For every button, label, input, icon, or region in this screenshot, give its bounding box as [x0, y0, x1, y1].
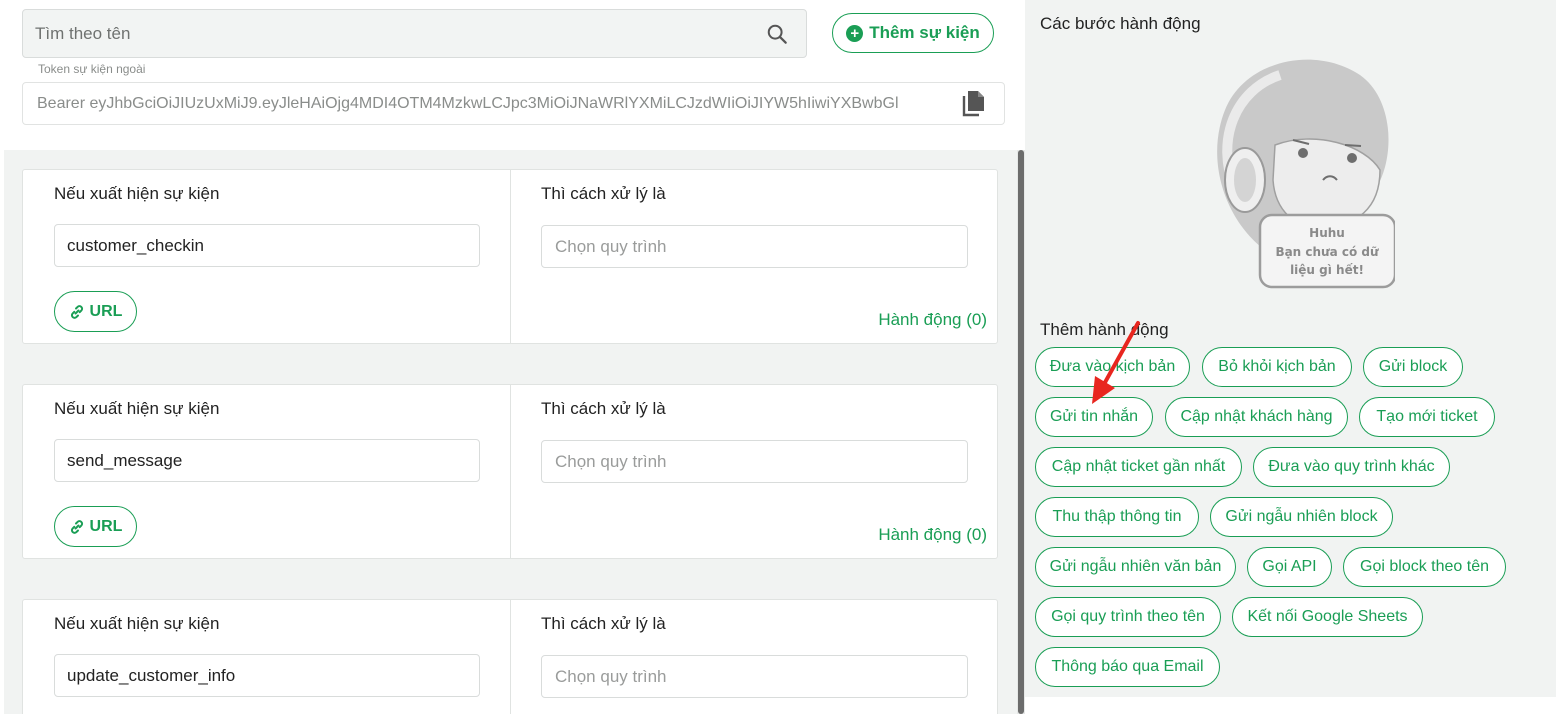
- flow-select[interactable]: Chọn quy trình: [541, 655, 968, 698]
- steps-title: Các bước hành động: [1040, 14, 1201, 33]
- add-event-button-label: Thêm sự kiện: [869, 23, 980, 42]
- event-name-input[interactable]: [54, 224, 480, 267]
- condition-label: Nếu xuất hiện sự kiện: [54, 184, 220, 203]
- add-event-button[interactable]: + Thêm sự kiện: [832, 13, 994, 53]
- action-chip-ket-noi-google-sheets[interactable]: Kết nối Google Sheets: [1232, 597, 1423, 637]
- empty-state-top: Huhu: [1309, 226, 1345, 240]
- token-field[interactable]: Bearer eyJhbGciOiJIUzUxMiJ9.eyJleHAiOjg4…: [22, 82, 1005, 125]
- url-button[interactable]: URL: [54, 291, 137, 332]
- token-label: Token sự kiện ngoài: [38, 62, 146, 76]
- event-card: Nếu xuất hiện sự kiện Thì cách xử lý là …: [22, 599, 998, 714]
- url-button-label: URL: [89, 302, 123, 320]
- event-name-input[interactable]: [54, 654, 480, 697]
- event-card: Nếu xuất hiện sự kiện URL Thì cách xử lý…: [22, 169, 998, 344]
- action-chip-bo-khoi-kich-ban[interactable]: Bỏ khỏi kịch bản: [1202, 347, 1352, 387]
- action-chip-goi-quy-trinh-theo-ten[interactable]: Gọi quy trình theo tên: [1035, 597, 1221, 637]
- copy-icon[interactable]: [960, 89, 988, 119]
- url-button-label: URL: [89, 517, 123, 535]
- search-icon[interactable]: [766, 23, 788, 45]
- search-input[interactable]: [35, 10, 735, 57]
- event-name-input[interactable]: [54, 439, 480, 482]
- empty-state-line2: liệu gì hết!: [1290, 263, 1364, 277]
- event-card: Nếu xuất hiện sự kiện URL Thì cách xử lý…: [22, 384, 998, 559]
- action-chip-cap-nhat-khach-hang[interactable]: Cập nhật khách hàng: [1165, 397, 1348, 437]
- action-chip-goi-block-theo-ten[interactable]: Gọi block theo tên: [1343, 547, 1506, 587]
- flow-select[interactable]: Chọn quy trình: [541, 440, 968, 483]
- app-root: + Thêm sự kiện Token sự kiện ngoài Beare…: [0, 0, 1556, 714]
- search-box: [22, 9, 807, 58]
- action-chip-gui-ngau-nhien-van-ban[interactable]: Gửi ngẫu nhiên văn bản: [1035, 547, 1236, 587]
- action-chip-thong-bao-qua-email[interactable]: Thông báo qua Email: [1035, 647, 1220, 687]
- empty-state-illustration: Huhu Bạn chưa có dữ liệu gì hết!: [1217, 59, 1395, 289]
- then-label: Thì cách xử lý là: [541, 399, 666, 418]
- token-value: Bearer eyJhbGciOiJIUzUxMiJ9.eyJleHAiOjg4…: [37, 95, 899, 112]
- flow-select[interactable]: Chọn quy trình: [541, 225, 968, 268]
- url-button[interactable]: URL: [54, 506, 137, 547]
- then-label: Thì cách xử lý là: [541, 184, 666, 203]
- empty-state-line1: Bạn chưa có dữ: [1275, 245, 1379, 259]
- card-divider: [510, 600, 511, 714]
- action-chip-thu-thap-thong-tin[interactable]: Thu thập thông tin: [1035, 497, 1199, 537]
- event-config-panel: + Thêm sự kiện Token sự kiện ngoài Beare…: [0, 0, 1025, 714]
- action-chip-cap-nhat-ticket-gan-nhat[interactable]: Cập nhật ticket gần nhất: [1035, 447, 1242, 487]
- link-icon: [70, 519, 83, 534]
- condition-label: Nếu xuất hiện sự kiện: [54, 399, 220, 418]
- action-count-link[interactable]: Hành động (0): [878, 310, 987, 330]
- event-list: Nếu xuất hiện sự kiện URL Thì cách xử lý…: [4, 150, 1020, 714]
- card-divider: [510, 385, 511, 558]
- action-chip-tao-moi-ticket[interactable]: Tạo mới ticket: [1359, 397, 1495, 437]
- link-icon: [70, 304, 83, 319]
- scrollbar-thumb[interactable]: [1018, 150, 1024, 714]
- action-chip-gui-ngau-nhien-block[interactable]: Gửi ngẫu nhiên block: [1210, 497, 1393, 537]
- plus-circle-icon: +: [846, 24, 864, 42]
- then-label: Thì cách xử lý là: [541, 614, 666, 633]
- action-chip-dua-vao-quy-trinh-khac[interactable]: Đưa vào quy trình khác: [1253, 447, 1450, 487]
- panel-footer-gap: [1025, 697, 1556, 714]
- condition-label: Nếu xuất hiện sự kiện: [54, 614, 220, 633]
- card-divider: [510, 170, 511, 343]
- action-chip-gui-block[interactable]: Gửi block: [1363, 347, 1463, 387]
- action-count-link[interactable]: Hành động (0): [878, 525, 987, 545]
- action-chip-goi-api[interactable]: Gọi API: [1247, 547, 1332, 587]
- annotation-arrow-icon: [1092, 321, 1140, 404]
